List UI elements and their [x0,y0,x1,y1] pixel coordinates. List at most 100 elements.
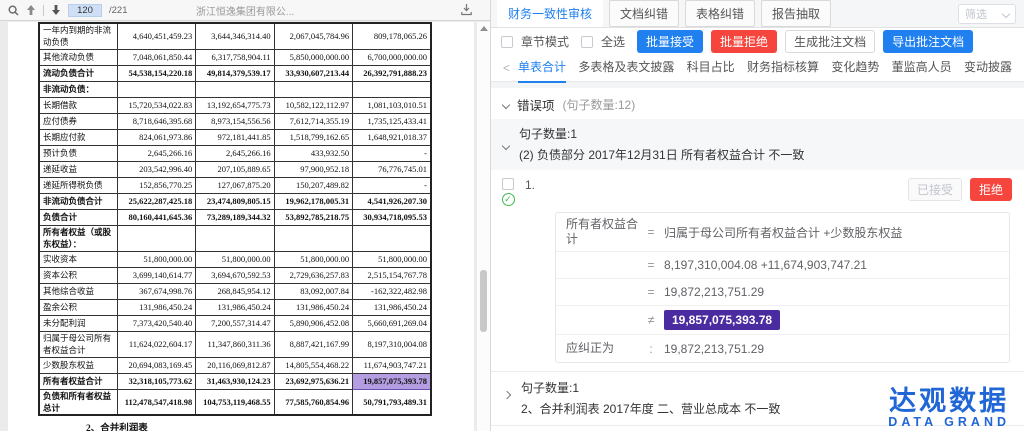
cell-value: 4,640,451,459.23 [117,23,195,49]
formula-value: 19,872,213,751.29 [664,285,764,299]
select-all-checkbox[interactable] [581,36,593,48]
chapter-mode-label: 章节模式 [521,33,569,50]
row-label: 其他流动负债 [39,49,117,65]
cell-value: - [353,177,431,193]
error-section-count: (句子数量:12) [563,96,636,113]
document-toolbar: /221 浙江恒逸集团有限公... [0,0,490,21]
scroll-up-icon[interactable] [480,26,488,31]
cell-value: 2,067,045,784.96 [274,23,352,49]
cell-value [274,225,352,251]
search-icon[interactable] [8,5,19,16]
cell-value: 131,986,450.24 [196,299,274,315]
row-label: 少数股东权益 [39,357,117,373]
row-label: 一年内到期的非流动负债 [39,23,117,49]
table-row: 负债合计80,160,441,645.3673,289,189,344.3253… [39,209,431,225]
row-label: 归属于母公司所有者权益合计 [39,331,117,357]
formula-row: ≠19,857,075,393.78 [556,306,1009,335]
cell-value: 5,850,000,000.00 [274,49,352,65]
cell-value: 8,973,154,556.56 [196,113,274,129]
item-checkbox[interactable] [502,178,514,190]
select-all-label: 全选 [601,33,625,50]
mismatch-value-badge: 19,857,075,393.78 [664,310,780,330]
sub-tab[interactable]: 变化趋势 [831,53,879,83]
cell-value: 2,645,266.16 [196,145,274,161]
table-row: 流动负债合计54,538,154,220.1849,814,379,539.17… [39,65,431,81]
formula-value: 19,872,213,751.29 [664,342,764,356]
cell-value: 6,317,758,904.11 [196,49,274,65]
item-actions: 已接受 拒绝 [908,178,1012,201]
main-tab[interactable]: 文档纠错 [609,0,679,27]
batch-reject-button[interactable]: 批量拒绝 [711,30,777,53]
cell-value: 2,515,154,767.78 [353,267,431,283]
generate-annotation-doc-button[interactable]: 生成批注文档 [785,30,875,53]
cell-value: 51,800,000.00 [196,251,274,267]
error-group-collapsed[interactable]: 句子数量:12、合并利润表 2018年度 三、营业利润（亏损以"-"号填列） 不… [491,425,1024,431]
balance-sheet-table: 一年内到期的非流动负债4,640,451,459.233,644,346,314… [38,22,432,416]
cell-value: 5,660,691,269.04 [353,315,431,331]
table-row: 未分配利润7,373,420,540.407,200,557,314.475,8… [39,315,431,331]
cell-value: 15,720,534,022.83 [117,97,195,113]
cell-value: 7,200,557,314.47 [196,315,274,331]
row-label: 盈余公积 [39,299,117,315]
row-label: 未分配利润 [39,315,117,331]
main-tab[interactable]: 报告抽取 [761,0,831,27]
table-row: 非流动负债合计25,622,287,425.1823,474,809,805.1… [39,193,431,209]
cell-value: 972,181,441.85 [196,129,274,145]
arrow-up-icon[interactable] [26,5,36,16]
sub-tab[interactable]: 财务指标核算 [747,53,819,83]
balance-table-body: 一年内到期的非流动负债4,640,451,459.233,644,346,314… [39,23,431,415]
cell-value: 268,845,954.12 [196,283,274,299]
main-tab[interactable]: 财务一致性审核 [497,0,603,27]
cell-value: - [353,145,431,161]
row-label: 长期应付款 [39,129,117,145]
scroll-left-icon[interactable]: < [503,61,510,75]
cell-value: 2,645,266.16 [117,145,195,161]
error-group-title: 2、合并利润表 2017年度 二、营业总成本 不一致 [521,400,1012,417]
row-label: 流动负债合计 [39,65,117,81]
filter-dropdown[interactable]: 筛选 [958,4,1016,24]
cell-value: 5,890,906,452.08 [274,315,352,331]
export-annotation-doc-button[interactable]: 导出批注文档 [883,30,973,53]
sub-tab[interactable]: 科目占比 [687,53,735,83]
sub-tab[interactable]: 多表格及表文披露 [578,53,674,83]
main-tab[interactable]: 表格纠错 [685,0,755,27]
cell-value: 11,624,022,604.17 [117,331,195,357]
error-item-row: ✓ 1. 已接受 拒绝 [491,170,1024,208]
cell-value: 20,694,083,169.45 [117,357,195,373]
error-section-header[interactable]: 错误项 (句子数量:12) [491,88,1024,119]
error-group-expanded[interactable]: 句子数量:1 (2) 负债部分 2017年12月31日 所有者权益合计 不一致 [491,119,1024,170]
cell-value: 30,934,718,095.53 [353,209,431,225]
page-number-input[interactable] [68,4,102,17]
sub-tab[interactable]: 单表合计 [518,53,566,83]
document-scrollbar[interactable] [477,22,490,431]
reject-button[interactable]: 拒绝 [970,178,1012,201]
table-row: 非流动负债： [39,81,431,97]
cell-value: 26,392,791,888.23 [353,65,431,81]
cell-value: 1,081,103,010.51 [353,97,431,113]
chapter-mode-checkbox[interactable] [501,36,513,48]
arrow-down-icon[interactable] [51,5,61,16]
table-row: 预计负债2,645,266.162,645,266.16433,932.50- [39,145,431,161]
row-label: 非流动负债合计 [39,193,117,209]
cell-value: 33,930,607,213.44 [274,65,352,81]
sub-tab[interactable]: 变动披露 [964,53,1012,83]
cell-value [353,81,431,97]
formula-value: 归属于母公司所有者权益合计 +少数股东权益 [664,224,902,241]
cell-value: 51,800,000.00 [274,251,352,267]
cell-value: 83,092,007.84 [274,283,352,299]
scrollbar-thumb[interactable] [480,270,487,332]
table-row: 负债和所有者权益总计112,478,547,418.98104,753,119,… [39,389,431,415]
accepted-button[interactable]: 已接受 [908,178,962,201]
formula-row: =19,872,213,751.29 [556,279,1009,306]
row-label: 长期借款 [39,97,117,113]
sub-tabbar: < 单表合计多表格及表文披露科目占比财务指标核算变化趋势董监高人员变动披露 [491,55,1024,82]
table-row: 其他流动负债7,048,061,850.446,317,758,904.115,… [39,49,431,65]
sub-tab[interactable]: 董监高人员 [892,53,952,83]
app-window: /221 浙江恒逸集团有限公... 一年内到期的非流动负债4,640,451,4… [0,0,1024,431]
download-icon[interactable] [461,4,472,16]
item-left-column: ✓ [497,178,519,206]
cell-value: 3,699,140,614.77 [117,267,195,283]
error-group-collapsed[interactable]: 句子数量:12、合并利润表 2017年度 二、营业总成本 不一致 [491,371,1024,425]
formula-row: =8,197,310,004.08 +11,674,903,747.21 [556,252,1009,279]
batch-accept-button[interactable]: 批量接受 [637,30,703,53]
